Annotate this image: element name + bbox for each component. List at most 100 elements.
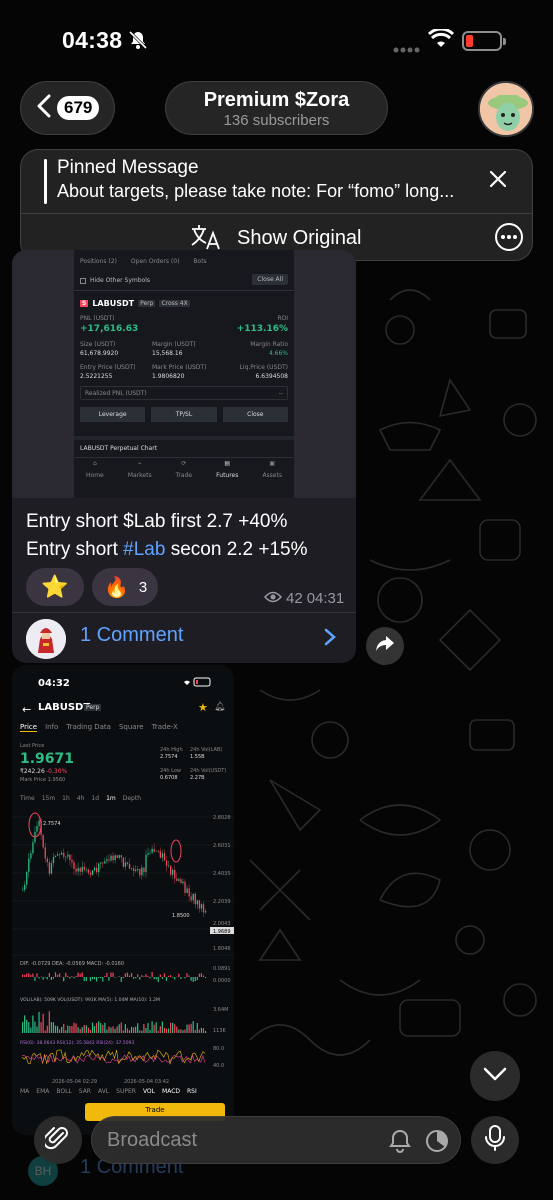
volume-bar (186, 1024, 188, 1033)
back-button[interactable]: 679 (20, 81, 115, 135)
scroll-down-button[interactable] (470, 1051, 520, 1101)
message-bubble[interactable]: Positions (2) Open Orders (0) Bots Hide … (12, 250, 356, 663)
macd-bar (124, 973, 126, 977)
volume-bar (73, 1022, 75, 1033)
volume-bar (67, 1025, 69, 1033)
positions-screenshot[interactable]: Positions (2) Open Orders (0) Bots Hide … (74, 250, 294, 498)
candle-body (44, 847, 46, 859)
macd-bar (44, 977, 46, 978)
message-line-2: Entry short #Lab secon 2.2 +15% (26, 539, 308, 560)
macd-bar (174, 977, 176, 980)
macd-bar (186, 973, 188, 977)
channel-title-pill[interactable]: Premium $Zora 136 subscribers (165, 81, 388, 135)
microphone-button[interactable] (471, 1116, 519, 1164)
macd-bar (106, 972, 108, 977)
candle-body (77, 868, 79, 872)
candle-body (83, 866, 85, 870)
volume-bar (190, 1023, 192, 1033)
volume-bar (44, 1030, 46, 1033)
shot-interval-depth: Depth (122, 795, 142, 802)
macd-axis: 0.0891 (213, 966, 231, 972)
macd-bar (77, 972, 79, 977)
volume-bar (36, 1026, 38, 1033)
candle-body (133, 868, 135, 872)
candle-body (126, 862, 129, 864)
macd-bar (167, 975, 170, 977)
candle-body (182, 881, 184, 884)
candle-body (61, 852, 63, 855)
volume-bar (98, 1021, 100, 1033)
cross-tag: Cross 4X (159, 300, 190, 307)
volume-bar (174, 1024, 176, 1033)
macd-bar (118, 976, 120, 977)
margin-value: 15,568.16 (152, 350, 183, 357)
macd-bar (46, 977, 48, 980)
candle-body (124, 862, 127, 867)
commenter-avatar (26, 619, 66, 659)
macd-bar (155, 977, 157, 980)
shot-high-label: 24h High (160, 747, 183, 753)
macd-bar (188, 975, 190, 977)
reaction-fire[interactable]: 🔥 3 (92, 568, 158, 606)
comments-link[interactable]: 1 Comment (80, 624, 183, 647)
candle-body (106, 859, 108, 862)
shot-mark-price: Mark Price 1.9560 (20, 777, 66, 783)
macd-bar (163, 973, 166, 977)
liq-label: Liq.Price (USDT) (239, 364, 288, 371)
checkbox-icon (80, 277, 86, 284)
schedule-icon[interactable] (424, 1128, 450, 1159)
candle-body (79, 868, 81, 872)
candle-body (56, 854, 59, 856)
wifi-icon (427, 27, 455, 54)
size-value: 61,678.9920 (80, 350, 119, 357)
share-button[interactable] (366, 627, 404, 665)
axis-label: 1.8046 (213, 946, 231, 952)
notification-bell-icon[interactable] (388, 1128, 412, 1159)
close-icon[interactable] (487, 168, 509, 195)
macd-bar (114, 977, 116, 978)
ind-ma: MA (20, 1088, 30, 1095)
macd-bar (135, 977, 137, 979)
candle-body (69, 854, 71, 861)
shot-tab-square: Square (118, 723, 144, 731)
candle-body (93, 867, 96, 871)
show-original-button[interactable]: Show Original (237, 227, 362, 250)
margin-ratio-value: 4.66% (268, 350, 288, 357)
channel-avatar[interactable] (478, 81, 534, 137)
comment-divider (12, 612, 356, 613)
hashtag-link[interactable]: #Lab (123, 539, 165, 560)
volume-bar (161, 1021, 163, 1033)
more-options-icon[interactable] (495, 223, 523, 251)
macd-bar (50, 977, 52, 980)
candle-body (157, 850, 159, 852)
attach-button[interactable] (34, 1116, 82, 1164)
volume-bar (102, 1024, 104, 1033)
view-count: 42 (286, 590, 303, 607)
volume-bar (204, 1030, 207, 1033)
channel-subtitle: 136 subscribers (223, 112, 330, 129)
macd-bar (153, 977, 155, 980)
reaction-star[interactable]: ⭐ (26, 568, 84, 606)
broadcast-input[interactable]: Broadcast (91, 1116, 461, 1164)
volume-bar (52, 1022, 55, 1033)
shot-price-change: ₹242.26 (20, 768, 45, 775)
hide-other-label: Hide Other Symbols (90, 277, 151, 284)
macd-bar (198, 973, 200, 977)
candle-body (73, 862, 75, 869)
macd-bar (32, 973, 34, 977)
axis-label: 2.6031 (213, 843, 231, 849)
close-all-button: Close All (252, 274, 288, 285)
volume-bar (112, 1026, 114, 1033)
ind-vol: VOL (142, 1088, 156, 1095)
chart-screenshot-message[interactable]: 04:32 ← LABUSDT Perp ★ 🔔︎ Price Info Tra… (12, 665, 234, 1135)
pinned-message-bar[interactable]: Pinned Message About targets, please tak… (20, 149, 533, 261)
macd-bar (30, 974, 32, 977)
candle-body (178, 879, 180, 881)
macd-bar (38, 977, 40, 979)
channel-title: Premium $Zora (203, 89, 350, 111)
volume-bar (137, 1023, 139, 1033)
macd-bar (202, 975, 205, 977)
volume-bar (46, 1025, 48, 1033)
chevron-right-icon[interactable] (324, 628, 336, 651)
candle-body (143, 867, 145, 873)
